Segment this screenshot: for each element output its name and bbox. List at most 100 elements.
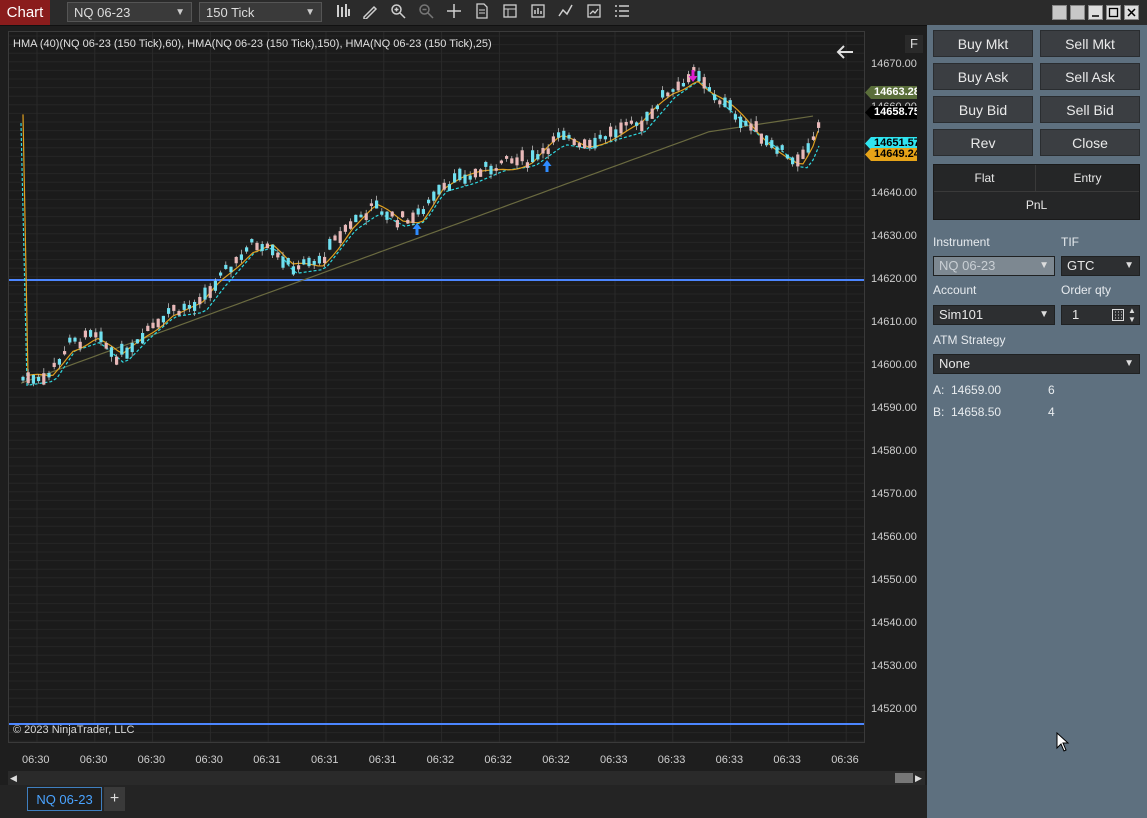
zoom-out-icon[interactable] [416, 3, 436, 22]
time-axis[interactable]: 06:30 06:30 06:30 06:30 06:31 06:31 06:31 06:32… [8, 743, 865, 771]
sell-ask-button[interactable]: Sell Ask [1040, 63, 1140, 90]
close-icon[interactable] [1124, 5, 1139, 20]
candle-body [109, 347, 113, 357]
price-tick: 14640.00 [871, 187, 917, 199]
candle-body [37, 377, 41, 382]
candle-body [338, 231, 342, 243]
candle-body [453, 173, 457, 183]
chevron-down-icon: ▼ [1124, 358, 1134, 369]
candle-body [57, 358, 61, 365]
instrument-field: NQ 06-23 ▼ [933, 256, 1055, 276]
candle-body [167, 308, 171, 314]
chart-trader-panel: Buy Mkt Sell Mkt Buy Ask Sell Ask Buy Bi… [927, 25, 1147, 818]
candle-body [255, 242, 259, 251]
zoom-in-icon[interactable] [388, 3, 408, 22]
buy-bid-button[interactable]: Buy Bid [933, 96, 1033, 123]
calculator-icon[interactable] [1112, 308, 1124, 326]
templates-icon[interactable] [528, 3, 548, 22]
f-button[interactable]: F [905, 35, 923, 53]
candle-body [302, 259, 306, 265]
candle-body [354, 214, 358, 223]
candle-body [655, 105, 659, 110]
candle-body [801, 149, 805, 159]
close-position-button[interactable]: Close [1040, 129, 1140, 156]
candle-body [411, 212, 415, 223]
candle-body [68, 337, 72, 343]
candle-body [583, 139, 587, 149]
buy-market-button[interactable]: Buy Mkt [933, 30, 1033, 57]
candle-body [401, 211, 405, 218]
instrument-selector[interactable]: NQ 06-23 ▼ [67, 2, 192, 22]
buy-ask-button[interactable]: Buy Ask [933, 63, 1033, 90]
candle-body [260, 244, 264, 251]
candle-body [603, 136, 607, 140]
horizontal-scrollbar[interactable]: ◀ ▶ [8, 771, 925, 785]
candle-body [182, 303, 186, 310]
candle-body [541, 148, 545, 154]
interval-selector[interactable]: 150 Tick ▼ [199, 2, 322, 22]
maximize-icon[interactable] [1106, 5, 1121, 20]
data-box-icon[interactable] [472, 3, 492, 22]
sell-market-button[interactable]: Sell Mkt [1040, 30, 1140, 57]
mouse-cursor-icon [1056, 731, 1070, 757]
candle-body [135, 339, 139, 344]
atm-strategy-value: None [939, 356, 971, 371]
candle-body [681, 83, 685, 87]
indicators-icon[interactable] [556, 3, 576, 22]
position-pnl: PnL [1025, 198, 1048, 212]
chart-window-label[interactable]: Chart [0, 0, 50, 25]
strategies-icon[interactable] [584, 3, 604, 22]
time-tick: 06:30 [22, 754, 50, 766]
tab-nq-06-23[interactable]: NQ 06-23 [27, 787, 102, 811]
chart-panel[interactable]: HMA (40)(NQ 06-23 (150 Tick),60), HMA(NQ… [8, 31, 865, 743]
candle-body [198, 296, 202, 305]
candle-body [265, 243, 269, 249]
stepper-icon[interactable]: ▲ ▼ [1128, 306, 1136, 324]
scroll-right-icon[interactable]: ▶ [915, 771, 922, 785]
price-tick: 14540.00 [871, 617, 917, 629]
properties-icon[interactable] [500, 3, 520, 22]
candle-body [390, 211, 394, 217]
candle-body [421, 209, 425, 215]
scroll-thumb[interactable] [895, 773, 913, 783]
drawing-tool-icon[interactable] [360, 3, 380, 22]
price-chart [9, 32, 864, 742]
crosshair-icon[interactable] [444, 3, 464, 22]
bid-size: 4 [1048, 405, 1055, 419]
candle-body [208, 286, 212, 298]
candle-body [130, 342, 134, 353]
minimize-icon[interactable] [1088, 5, 1103, 20]
link-window-icon[interactable] [1070, 5, 1085, 20]
candle-body [650, 108, 654, 119]
candle-body [78, 341, 82, 349]
atm-strategy-select[interactable]: None ▼ [933, 354, 1140, 374]
candle-body [177, 310, 181, 316]
list-icon[interactable] [612, 3, 632, 22]
reverse-button[interactable]: Rev [933, 129, 1033, 156]
atm-strategy-label: ATM Strategy [933, 333, 1006, 347]
candle-body [406, 219, 410, 224]
bar-type-icon[interactable] [333, 3, 353, 22]
candle-body [245, 247, 249, 252]
candle-body [307, 257, 311, 267]
candle-body [572, 139, 576, 146]
candle-body [447, 184, 451, 191]
tile-window-icon[interactable] [1052, 5, 1067, 20]
candle-body [229, 266, 233, 273]
candle-body [645, 111, 649, 121]
add-tab-button[interactable]: + [104, 787, 125, 811]
price-tick: 14610.00 [871, 316, 917, 328]
copyright-label: © 2023 NinjaTrader, LLC [13, 724, 135, 736]
sell-bid-button[interactable]: Sell Bid [1040, 96, 1140, 123]
bid-price: 14658.50 [951, 405, 1002, 419]
candle-body [203, 287, 207, 300]
tif-select[interactable]: GTC ▼ [1061, 256, 1140, 276]
candle-body [104, 342, 108, 349]
order-qty-field[interactable]: 1 ▲ ▼ [1061, 305, 1140, 325]
scroll-left-icon[interactable]: ◀ [10, 771, 17, 785]
candle-body [629, 120, 633, 124]
back-arrow-icon[interactable] [835, 44, 855, 65]
time-tick: 06:32 [484, 754, 512, 766]
price-axis[interactable]: F 14670.0014660.0014650.0014640.0014630.… [865, 31, 927, 743]
account-select[interactable]: Sim101 ▼ [933, 305, 1055, 325]
